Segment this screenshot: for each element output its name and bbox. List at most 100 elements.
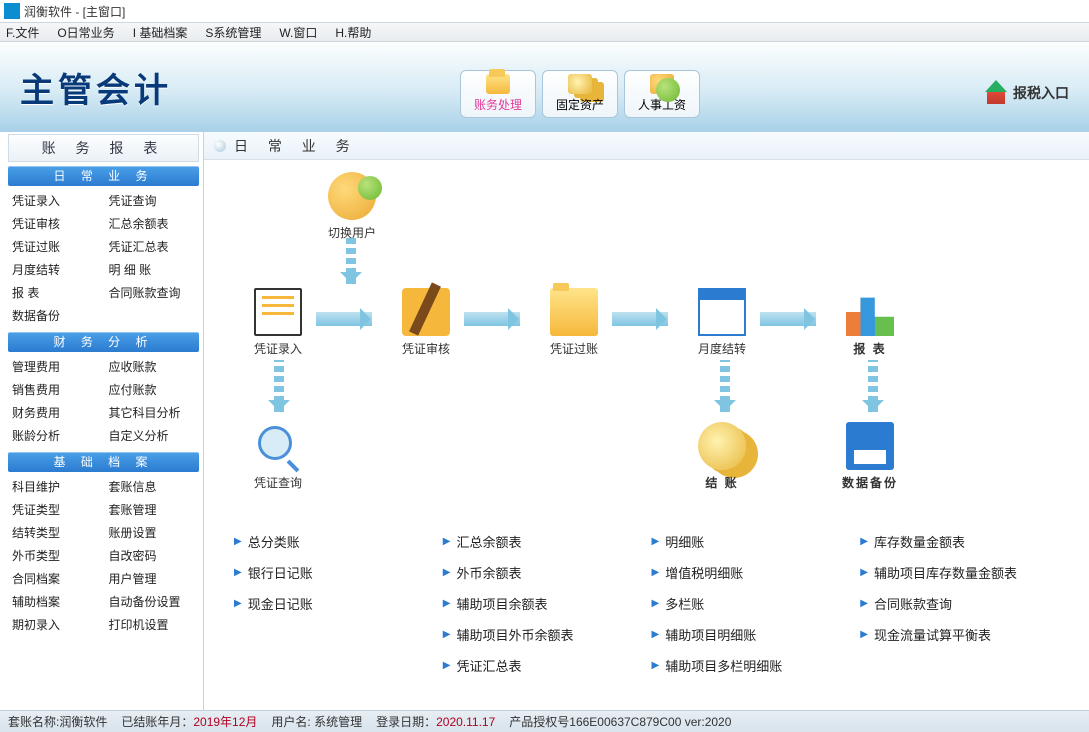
sidebar-item[interactable]: 自动备份设置 [109, 593, 196, 610]
report-link[interactable]: ▶增值税明细账 [652, 563, 851, 582]
chevron-right-icon: ▶ [652, 660, 660, 671]
menu-help[interactable]: H.帮助 [335, 24, 371, 41]
sidebar-item[interactable]: 套账信息 [109, 478, 196, 495]
main-layout: 账 务 报 表 日 常 业 务 凭证录入凭证查询凭证审核汇总余额表凭证过账凭证汇… [0, 132, 1089, 726]
arrow-report-to-backup [868, 360, 878, 412]
sidebar-item[interactable]: 打印机设置 [109, 616, 196, 633]
tax-entry-link[interactable]: 报税入口 [985, 82, 1069, 104]
voucher-post-icon [550, 288, 598, 336]
sidebar-item[interactable]: 自定义分析 [109, 427, 196, 444]
node-voucher-entry[interactable]: 凭证录入 [238, 288, 318, 357]
menu-window[interactable]: W.窗口 [279, 24, 317, 41]
report-link[interactable]: ▶辅助项目余额表 [443, 594, 642, 613]
menu-daily[interactable]: O日常业务 [57, 24, 114, 41]
sidebar-item[interactable]: 期初录入 [12, 616, 99, 633]
menu-file[interactable]: F.文件 [6, 24, 39, 41]
menu-system[interactable]: S系统管理 [205, 24, 261, 41]
chevron-right-icon: ▶ [652, 567, 660, 578]
report-link[interactable]: ▶明细账 [652, 532, 851, 551]
assets-icon [568, 74, 592, 94]
module-payroll-button[interactable]: 人事工资 [624, 70, 700, 118]
report-link[interactable]: ▶汇总余额表 [443, 532, 642, 551]
sidebar-item[interactable]: 套账管理 [109, 501, 196, 518]
chevron-right-icon: ▶ [652, 629, 660, 640]
sidebar-item[interactable]: 销售费用 [12, 381, 99, 398]
node-voucher-post[interactable]: 凭证过账 [534, 288, 614, 357]
sidebar-item[interactable]: 应付账款 [109, 381, 196, 398]
sidebar-item[interactable]: 报 表 [12, 284, 99, 301]
main-panel: 日 常 业 务 切换用户 凭证录入 凭证审核 [204, 132, 1089, 726]
switch-user-icon [328, 172, 376, 220]
sidebar-item[interactable]: 汇总余额表 [109, 215, 196, 232]
node-switch-user[interactable]: 切换用户 [312, 172, 392, 241]
report-link[interactable]: ▶现金流量试算平衡表 [860, 625, 1059, 644]
report-link[interactable]: ▶合同账款查询 [860, 594, 1059, 613]
voucher-audit-label: 凭证审核 [386, 340, 466, 357]
app-logo-text: 主管会计 [20, 63, 172, 112]
module-assets-button[interactable]: 固定资产 [542, 70, 618, 118]
sidebar-item[interactable]: 用户管理 [109, 570, 196, 587]
chevron-right-icon: ▶ [860, 629, 868, 640]
menu-base[interactable]: I 基础档案 [133, 24, 188, 41]
sidebar-item[interactable]: 账册设置 [109, 524, 196, 541]
main-title-text: 日 常 业 务 [234, 136, 358, 156]
sidebar-item[interactable]: 管理费用 [12, 358, 99, 375]
sidebar-group-analysis: 财 务 分 析 管理费用应收账款销售费用应付账款财务费用其它科目分析账龄分析自定… [8, 332, 199, 444]
report-links: ▶总分类账 ▶汇总余额表 ▶明细账 ▶库存数量金额表 ▶银行日记账 ▶外币余额表 ▶增值税明… [204, 520, 1089, 687]
report-link[interactable]: ▶总分类账 [234, 532, 433, 551]
sidebar-item[interactable]: 凭证汇总表 [109, 238, 196, 255]
sidebar-grid-analysis: 管理费用应收账款销售费用应付账款财务费用其它科目分析账龄分析自定义分析 [8, 358, 199, 444]
sidebar-item[interactable]: 科目维护 [12, 478, 99, 495]
sidebar-grid-daily: 凭证录入凭证查询凭证审核汇总余额表凭证过账凭证汇总表月度结转明 细 账报 表合同… [8, 192, 199, 324]
sidebar-title: 账 务 报 表 [8, 134, 199, 162]
sidebar-item[interactable]: 财务费用 [12, 404, 99, 421]
voucher-entry-icon [254, 288, 302, 336]
report-link[interactable]: ▶外币余额表 [443, 563, 642, 582]
sidebar-item[interactable]: 凭证查询 [109, 192, 196, 209]
node-month-end[interactable]: 月度结转 [682, 288, 762, 357]
month-end-label: 月度结转 [682, 340, 762, 357]
sidebar-header-base[interactable]: 基 础 档 案 [8, 452, 199, 472]
arrow-entry-to-query [274, 360, 284, 412]
sidebar-item[interactable]: 其它科目分析 [109, 404, 196, 421]
node-data-backup[interactable]: 数据备份 [830, 422, 910, 491]
sidebar-header-daily[interactable]: 日 常 业 务 [8, 166, 199, 186]
status-login: 登录日期：2020.11.17 [376, 713, 495, 730]
data-backup-label: 数据备份 [830, 474, 910, 491]
report-link[interactable]: ▶辅助项目库存数量金额表 [860, 563, 1059, 582]
sidebar-item[interactable]: 凭证录入 [12, 192, 99, 209]
report-link[interactable]: ▶库存数量金额表 [860, 532, 1059, 551]
sidebar-header-analysis[interactable]: 财 务 分 析 [8, 332, 199, 352]
sidebar-item[interactable]: 账龄分析 [12, 427, 99, 444]
sidebar-item[interactable]: 明 细 账 [109, 261, 196, 278]
sidebar-item[interactable]: 结转类型 [12, 524, 99, 541]
sidebar-item[interactable]: 外币类型 [12, 547, 99, 564]
module-accounting-button[interactable]: 账务处理 [460, 70, 536, 118]
sidebar-item[interactable]: 应收账款 [109, 358, 196, 375]
node-voucher-audit[interactable]: 凭证审核 [386, 288, 466, 357]
sidebar-item[interactable]: 合同账款查询 [109, 284, 196, 301]
sidebar-item[interactable]: 凭证过账 [12, 238, 99, 255]
sidebar-item[interactable]: 凭证类型 [12, 501, 99, 518]
sidebar-item[interactable]: 自改密码 [109, 547, 196, 564]
report-link[interactable]: ▶辅助项目外币余额表 [443, 625, 642, 644]
node-voucher-query[interactable]: 凭证查询 [238, 422, 318, 491]
report-link[interactable]: ▶多栏账 [652, 594, 851, 613]
sidebar-item[interactable]: 辅助档案 [12, 593, 99, 610]
node-close-account[interactable]: 结 账 [682, 422, 762, 491]
chevron-right-icon: ▶ [234, 598, 242, 609]
report-link[interactable]: ▶现金日记账 [234, 594, 433, 613]
chevron-right-icon: ▶ [652, 536, 660, 547]
report-link[interactable]: ▶凭证汇总表 [443, 656, 642, 675]
sidebar-item[interactable]: 合同档案 [12, 570, 99, 587]
chevron-right-icon: ▶ [860, 567, 868, 578]
sidebar-item[interactable]: 月度结转 [12, 261, 99, 278]
report-link[interactable]: ▶银行日记账 [234, 563, 433, 582]
report-link[interactable]: ▶辅助项目多栏明细账 [652, 656, 851, 675]
sidebar-item[interactable]: 凭证审核 [12, 215, 99, 232]
chevron-right-icon: ▶ [234, 567, 242, 578]
node-report[interactable]: 报 表 [830, 288, 910, 357]
sidebar-item[interactable]: 数据备份 [12, 307, 99, 324]
sidebar-group-daily: 日 常 业 务 凭证录入凭证查询凭证审核汇总余额表凭证过账凭证汇总表月度结转明 … [8, 166, 199, 324]
report-link[interactable]: ▶辅助项目明细账 [652, 625, 851, 644]
